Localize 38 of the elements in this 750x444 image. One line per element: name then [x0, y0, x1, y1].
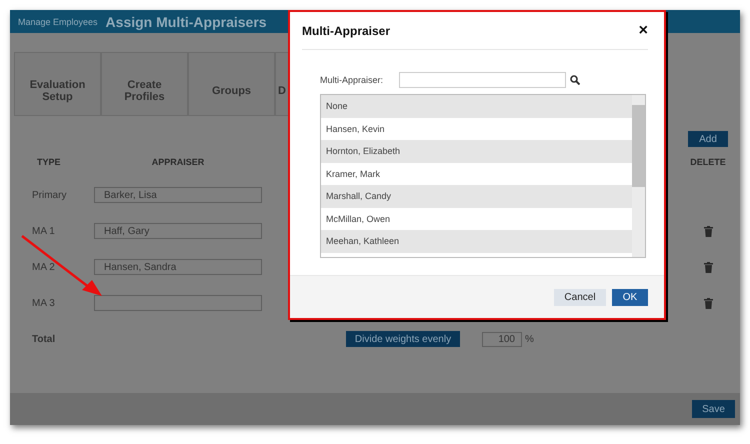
scrollbar-thumb[interactable] [632, 105, 645, 187]
list-option[interactable]: Marshall, Candy [321, 185, 632, 208]
total-label: Total [32, 334, 56, 344]
breadcrumb-link[interactable]: Manage Employees [18, 16, 98, 26]
close-button[interactable]: × [638, 22, 648, 40]
search-label: Multi-Appraiser: [320, 75, 384, 85]
nav-tab[interactable]: Groups [188, 52, 275, 116]
list-option[interactable]: Hornton, Elizabeth [321, 140, 632, 162]
column-header: TYPE [36, 157, 62, 167]
appraiser-field[interactable]: Barker, Lisa [94, 187, 262, 203]
trash-icon[interactable] [704, 262, 712, 272]
type-label: MA 1 [32, 226, 56, 236]
column-header: DELETE [689, 157, 727, 167]
total-weight-field[interactable]: 100 [482, 332, 522, 346]
scrollbar[interactable] [632, 95, 645, 257]
divide-weights-button[interactable]: Divide weights evenly [346, 331, 460, 347]
search-field[interactable] [399, 72, 566, 88]
trash-icon[interactable] [704, 298, 712, 308]
appraiser-field[interactable]: Hansen, Sandra [94, 259, 262, 275]
add-button[interactable]: Add [688, 131, 728, 147]
cancel-button[interactable]: Cancel [554, 288, 606, 306]
type-label: Primary [32, 190, 68, 200]
ok-button[interactable]: OK [612, 288, 648, 306]
list-option[interactable]: Meehan, Kathleen [321, 230, 632, 252]
trash-icon[interactable] [704, 226, 712, 236]
search-icon[interactable] [570, 75, 580, 85]
save-button[interactable]: Save [692, 400, 735, 418]
nav-tab[interactable]: Evaluation Setup [14, 52, 101, 116]
page-title: Assign Multi-Appraisers [106, 14, 267, 30]
dialog-title: Multi-Appraiser [302, 24, 390, 38]
appraiser-field[interactable] [94, 295, 262, 311]
column-header: APPRAISER [150, 157, 206, 167]
list-option[interactable]: None [321, 95, 632, 118]
appraiser-field[interactable]: Haff, Gary [94, 223, 262, 239]
percent-unit: % [525, 334, 534, 344]
type-label: MA 3 [32, 298, 56, 308]
type-label: MA 2 [32, 262, 56, 272]
nav-tab[interactable]: Create Profiles [101, 52, 188, 116]
